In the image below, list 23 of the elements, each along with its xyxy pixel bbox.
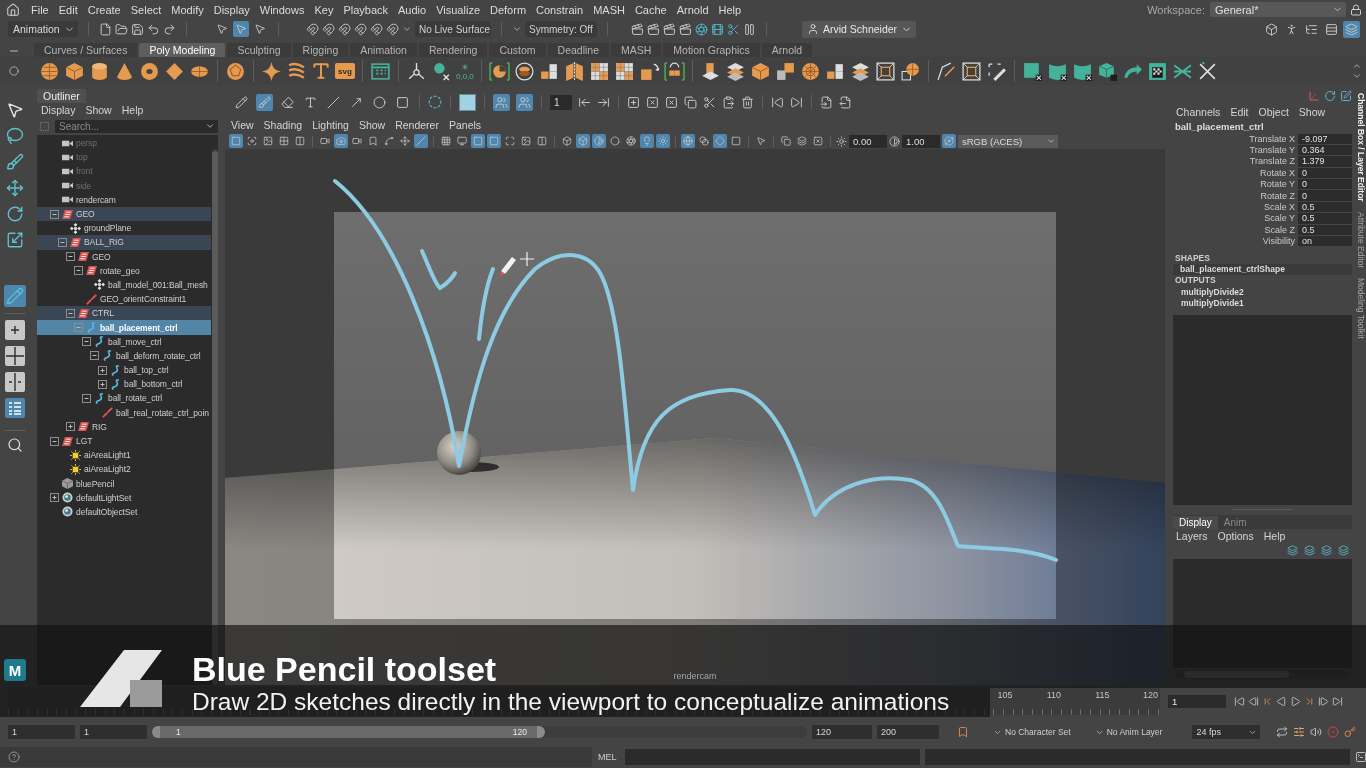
caption-title: Blue Pencil toolset (192, 651, 497, 687)
channel-label: Rotate X (1258, 167, 1296, 178)
channel-label: Translate X (1248, 133, 1296, 144)
channel-label: Scale Y (1263, 213, 1296, 224)
channel-label: Translate Y (1248, 145, 1296, 156)
channel-label: Rotate Z (1259, 190, 1296, 201)
section-heading: SHAPES (1174, 252, 1211, 264)
channel-label: Visibility (1261, 236, 1296, 247)
caption-subtitle: Draw 2D sketches directly in the viewport to conceptualize animations (192, 689, 950, 715)
channel-label: Scale X (1262, 202, 1296, 213)
frame-label: 115 (1094, 690, 1110, 700)
channel-label: Scale Z (1263, 224, 1296, 235)
frame-label: 105 (996, 690, 1013, 700)
channel-label: Rotate Y (1259, 179, 1296, 190)
frame-label: 110 (1045, 690, 1061, 700)
camera-name: rendercam (673, 671, 717, 681)
panel-title: Outliner (37, 89, 86, 103)
section-heading: OUTPUTS (1174, 274, 1217, 286)
frame-label: 120 (1141, 690, 1158, 700)
app-logo: M (4, 659, 26, 681)
workspace-label: Workspace: (1147, 3, 1205, 16)
channel-label: Translate Z (1248, 156, 1296, 167)
object-name: ball_placement_ctrl (1174, 119, 1265, 133)
